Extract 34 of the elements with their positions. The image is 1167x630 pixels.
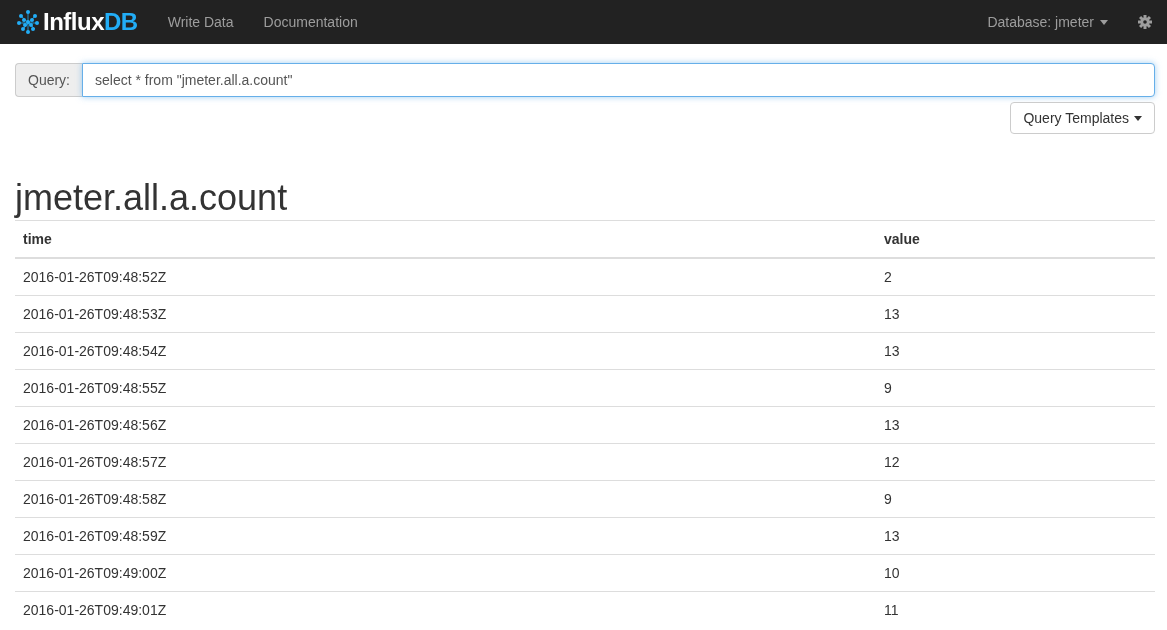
database-dropdown[interactable]: Database: jmeter	[987, 14, 1108, 30]
table-cell: 2016-01-26T09:49:00Z	[15, 554, 876, 592]
table-cell: 2016-01-26T09:48:54Z	[15, 332, 876, 370]
table-cell: 2016-01-26T09:48:56Z	[15, 406, 876, 444]
table-cell: 9	[876, 369, 1155, 407]
column-header: value	[876, 220, 1155, 258]
caret-icon	[1100, 19, 1108, 25]
logo-icon	[15, 9, 41, 35]
table-cell: 2016-01-26T09:48:53Z	[15, 295, 876, 333]
table-cell: 10	[876, 554, 1155, 592]
query-input[interactable]: select * from "jmeter.all.a.count"	[82, 63, 1155, 97]
table-cell: 13	[876, 295, 1155, 333]
table-cell: 2016-01-26T09:48:59Z	[15, 517, 876, 555]
table-cell: 2016-01-26T09:48:58Z	[15, 480, 876, 518]
table-cell: 2016-01-26T09:49:01Z	[15, 591, 876, 628]
settings-icon[interactable]	[1138, 15, 1152, 29]
column-header: time	[15, 220, 876, 258]
table-cell: 2	[876, 258, 1155, 296]
table-cell: 13	[876, 332, 1155, 370]
table-cell: 13	[876, 517, 1155, 555]
nav-link[interactable]: Documentation	[263, 14, 358, 30]
table-cell: 2016-01-26T09:48:55Z	[15, 369, 876, 407]
caret-icon	[1134, 115, 1142, 121]
nav-link[interactable]: Write Data	[167, 14, 234, 30]
series-title: jmeter.all.a.count	[15, 178, 289, 218]
table-cell: 2016-01-26T09:48:52Z	[15, 258, 876, 296]
table-cell: 9	[876, 480, 1155, 518]
query-label: Query:	[15, 63, 82, 97]
query-templates-button[interactable]: Query Templates	[1010, 102, 1155, 134]
influxdb-logo[interactable]: InfluxDB	[15, 8, 138, 36]
table-cell: 11	[876, 591, 1155, 628]
table-cell: 13	[876, 406, 1155, 444]
table-cell: 12	[876, 443, 1155, 481]
table-cell: 2016-01-26T09:48:57Z	[15, 443, 876, 481]
